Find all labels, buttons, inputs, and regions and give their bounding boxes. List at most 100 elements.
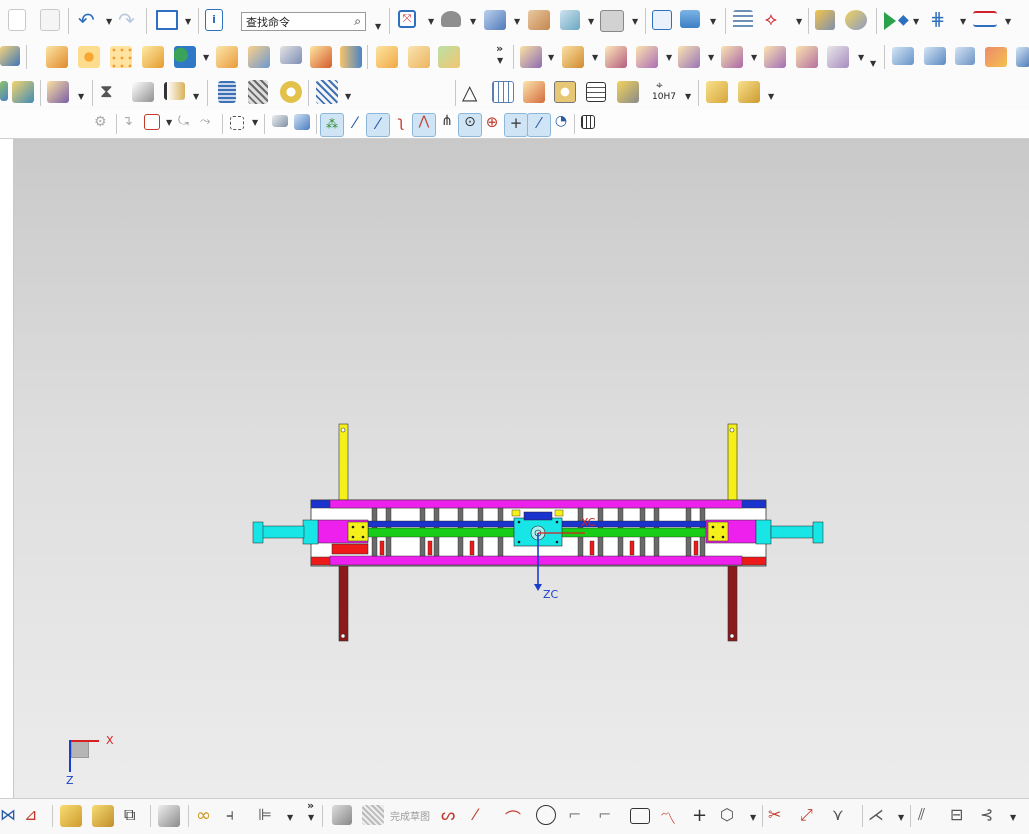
background-dropdown[interactable]: ▼: [632, 17, 638, 26]
bottom-overflow[interactable]: »: [307, 799, 314, 812]
tree-dropdown[interactable]: ▼: [287, 813, 293, 822]
sync-icon[interactable]: [605, 46, 627, 68]
edge-blend-icon[interactable]: [216, 46, 238, 68]
body-filter-icon[interactable]: [272, 115, 288, 127]
point-icon[interactable]: +: [692, 805, 714, 827]
rectangle-select-icon[interactable]: [230, 116, 244, 130]
section-icon[interactable]: [528, 10, 550, 30]
wcs-dropdown[interactable]: ▼: [185, 17, 191, 26]
constraint-display-icon[interactable]: [164, 82, 185, 100]
pipe-icon[interactable]: ⫞: [226, 805, 248, 827]
selection-scope-icon[interactable]: ⚙: [94, 114, 116, 136]
grid-icon[interactable]: [581, 115, 595, 129]
offset-surface-icon[interactable]: [1016, 47, 1029, 67]
studio-surface-icon[interactable]: [955, 47, 975, 65]
line-icon[interactable]: ⁄: [474, 805, 496, 827]
constraint-icon[interactable]: ⋈: [0, 805, 22, 827]
pattern-face-icon[interactable]: [721, 46, 743, 68]
row2-overflow[interactable]: »: [496, 42, 503, 55]
array-dropdown[interactable]: ▼: [960, 17, 966, 26]
assembly-navigator-icon[interactable]: [733, 10, 753, 30]
ref-icon[interactable]: ⧉: [124, 805, 146, 827]
mirror-face-icon[interactable]: [678, 46, 700, 68]
move-face-icon[interactable]: [408, 46, 430, 68]
ruler-icon[interactable]: [973, 11, 997, 27]
snap-quadrant-icon[interactable]: ⋔: [436, 113, 458, 135]
offset-curve-icon[interactable]: ⬡: [720, 805, 742, 827]
constraint-icon[interactable]: [132, 82, 154, 102]
face-filter-icon[interactable]: [294, 114, 310, 130]
undo-icon[interactable]: ↶: [78, 10, 100, 32]
corner-icon[interactable]: ⋎: [832, 805, 854, 827]
tree-icon[interactable]: ⊫: [258, 805, 280, 827]
cylinder-icon[interactable]: [174, 46, 196, 68]
fit-dropdown[interactable]: ▼: [428, 17, 434, 26]
direction-dropdown[interactable]: ▼: [913, 17, 919, 26]
resize-dropdown[interactable]: ▼: [592, 53, 598, 62]
tolerance-icon[interactable]: ⌖ 10H7: [652, 78, 678, 106]
table-icon[interactable]: [492, 81, 514, 103]
mirror-assembly-dropdown[interactable]: ▼: [78, 92, 84, 101]
arc-icon[interactable]: ⌒: [505, 805, 527, 828]
link-icon[interactable]: ∞: [196, 805, 218, 827]
mirror-curve-icon[interactable]: ⫽: [918, 805, 940, 827]
mirror-assembly-icon[interactable]: [47, 81, 69, 103]
make-corner-icon[interactable]: ⋌: [868, 805, 890, 827]
copy-face-icon[interactable]: [636, 46, 658, 68]
offset-dropdown[interactable]: ▼: [750, 813, 756, 822]
snap-view-icon[interactable]: [652, 10, 672, 30]
analysis-icon[interactable]: [815, 10, 835, 30]
constraint-auto-icon[interactable]: ⊰: [980, 805, 1002, 827]
sew-icon[interactable]: [985, 47, 1007, 67]
replace-face-icon[interactable]: [520, 46, 542, 68]
chamfer-icon[interactable]: [248, 46, 270, 68]
measure-icon[interactable]: ⟡: [765, 10, 787, 32]
array-icon[interactable]: ⋕: [930, 10, 952, 32]
move-component-icon[interactable]: ⧗: [100, 82, 122, 104]
snap-point-on-surface-icon[interactable]: ⊙: [458, 113, 482, 137]
linked-face-icon[interactable]: [764, 46, 786, 68]
snap-point-icon[interactable]: [884, 12, 896, 30]
insert-table-icon[interactable]: [523, 81, 545, 103]
note-icon[interactable]: [586, 82, 606, 102]
block-icon[interactable]: [46, 46, 68, 68]
render-style-icon[interactable]: [441, 11, 461, 27]
polygon-icon[interactable]: 〽: [660, 805, 682, 828]
extrude-icon[interactable]: [0, 46, 20, 66]
shell-icon[interactable]: [280, 46, 302, 64]
tolerance-dropdown[interactable]: ▼: [685, 92, 691, 101]
brush-icon[interactable]: [617, 81, 639, 103]
resource-bar[interactable]: [0, 139, 14, 798]
snap-circle-icon[interactable]: ⊕: [481, 113, 503, 135]
copy-icon[interactable]: [8, 9, 26, 31]
delete-face-icon[interactable]: [438, 46, 460, 68]
pipe-icon[interactable]: [316, 80, 338, 104]
snap-existing-icon[interactable]: ⤳: [200, 114, 222, 136]
snap-dropdown[interactable]: ▼: [166, 118, 172, 127]
pack-icon[interactable]: [706, 81, 728, 103]
trim-icon[interactable]: ✂: [768, 805, 790, 827]
dimension-icon[interactable]: [845, 10, 867, 30]
layer-dropdown[interactable]: ▼: [710, 17, 716, 26]
shaded-cube-icon[interactable]: [484, 10, 506, 30]
cad-model[interactable]: [14, 139, 1029, 798]
view-orientation-icon[interactable]: [560, 10, 580, 30]
snap-plus-icon[interactable]: +: [504, 113, 528, 137]
weld-icon[interactable]: [280, 81, 302, 103]
component-icon[interactable]: [92, 805, 114, 827]
snap-face-icon[interactable]: ◔: [550, 113, 572, 135]
pattern-icon[interactable]: [110, 46, 132, 68]
fastener-dropdown[interactable]: ▼: [768, 92, 774, 101]
spring-icon[interactable]: [248, 80, 268, 104]
snap-midpoint-icon[interactable]: [144, 114, 160, 130]
through-curves-icon[interactable]: [924, 47, 946, 65]
view-section-icon[interactable]: [158, 805, 180, 827]
snap-line-icon[interactable]: ⁄: [344, 113, 366, 135]
ruler-dropdown[interactable]: ▼: [1005, 17, 1011, 26]
bottom-overflow-dropdown[interactable]: ▼: [308, 813, 314, 822]
wcs-display-icon[interactable]: [156, 10, 178, 30]
feature-dropdown[interactable]: ▼: [203, 53, 209, 62]
surface-icon[interactable]: [892, 47, 914, 65]
hole-icon[interactable]: [78, 46, 100, 68]
finish-sketch-label[interactable]: 完成草图: [390, 808, 430, 823]
